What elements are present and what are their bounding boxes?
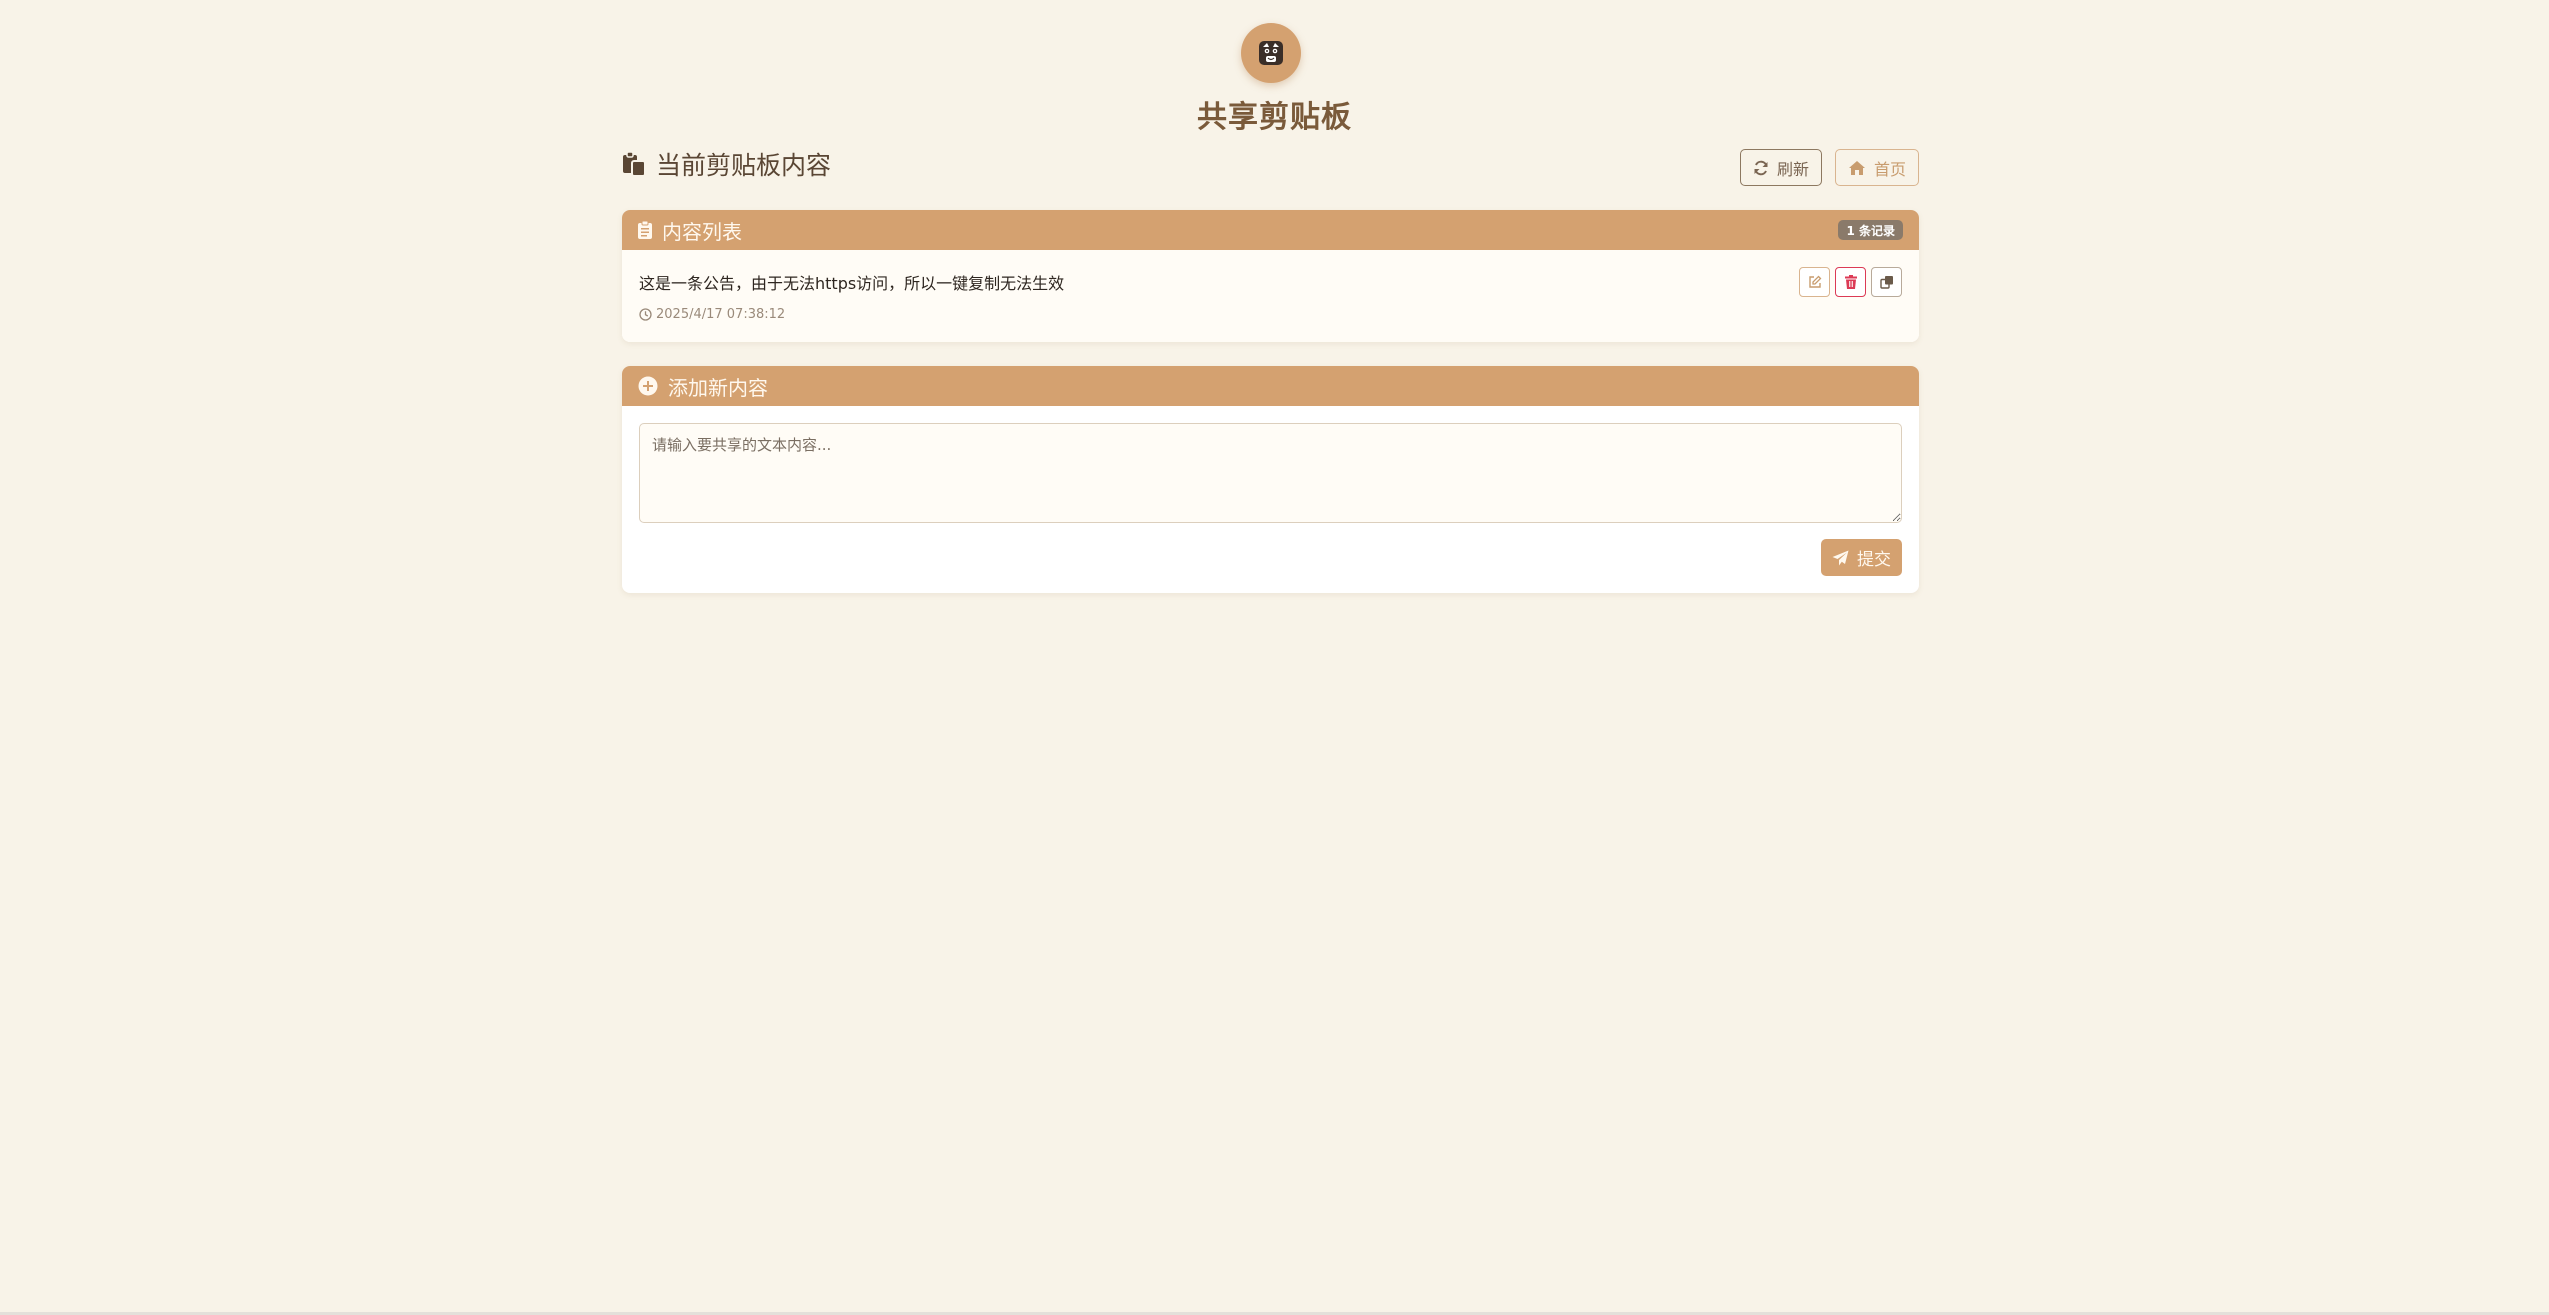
delete-button[interactable] (1835, 267, 1866, 297)
plus-circle-icon (638, 376, 658, 396)
list-item: 这是一条公告，由于无法https访问，所以一键复制无法生效 2025/4/17 … (622, 250, 1919, 342)
paper-plane-icon (1832, 550, 1849, 565)
sync-icon (1754, 160, 1768, 175)
logo (1241, 23, 1301, 83)
submit-label: 提交 (1857, 550, 1891, 570)
copy-icon (1879, 276, 1893, 289)
home-icon (1848, 160, 1865, 175)
clock-icon (639, 308, 652, 321)
cartoon-face-icon (1259, 41, 1283, 65)
edit-icon (1808, 275, 1821, 288)
content-list-card: 内容列表 1 条记录 这是一条公告，由于无法https访问，所以一键复制无法生效… (622, 210, 1919, 342)
content-list-header: 内容列表 1 条记录 (622, 210, 1919, 250)
submit-button[interactable]: 提交 (1821, 539, 1902, 576)
copy-button[interactable] (1871, 267, 1902, 297)
add-content-card: 添加新内容 提交 (622, 366, 1919, 593)
add-content-title: 添加新内容 (668, 375, 768, 400)
page-heading: 当前剪贴板内容 (622, 148, 831, 180)
home-button[interactable]: 首页 (1835, 149, 1919, 186)
item-time-text: 2025/4/17 07:38:12 (656, 307, 786, 322)
trash-icon (1844, 275, 1857, 289)
item-text: 这是一条公告，由于无法https访问，所以一键复制无法生效 (639, 274, 1065, 293)
item-timestamp: 2025/4/17 07:38:12 (639, 307, 785, 322)
content-textarea[interactable] (639, 423, 1902, 523)
refresh-button[interactable]: 刷新 (1740, 149, 1822, 186)
add-content-header: 添加新内容 (622, 366, 1919, 406)
page-heading-text: 当前剪贴板内容 (656, 151, 832, 180)
content-list-title: 内容列表 (662, 219, 742, 244)
site-title: 共享剪贴板 (1197, 100, 1352, 135)
paste-icon (623, 151, 646, 177)
record-count-badge: 1 条记录 (1838, 220, 1903, 240)
edit-button[interactable] (1799, 267, 1830, 297)
refresh-label: 刷新 (1776, 159, 1809, 179)
home-label: 首页 (1873, 159, 1906, 179)
clipboard-icon (638, 221, 652, 239)
